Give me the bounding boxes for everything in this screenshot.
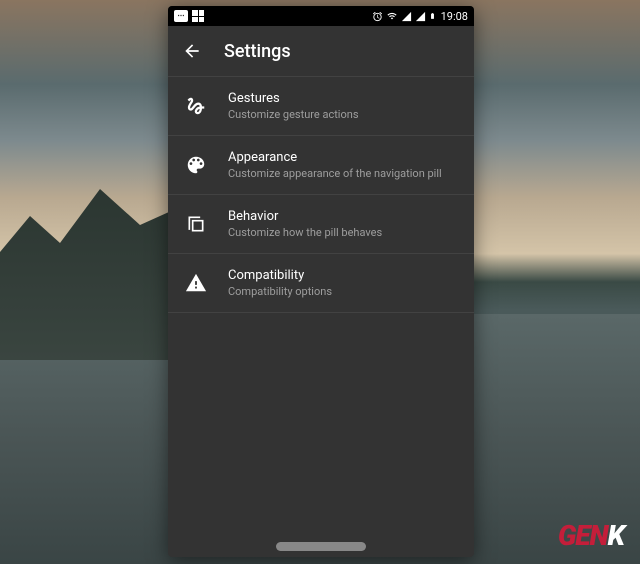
item-text: Gestures Customize gesture actions [228, 91, 359, 121]
status-bar: ⋯ 19:08 [168, 6, 474, 26]
palette-icon [184, 153, 208, 177]
clock-time: 19:08 [441, 10, 468, 23]
item-subtitle: Compatibility options [228, 285, 332, 298]
page-title: Settings [224, 41, 291, 62]
wifi-icon [386, 11, 398, 21]
item-title: Gestures [228, 91, 359, 106]
settings-list: Gestures Customize gesture actions Appea… [168, 76, 474, 313]
phone-frame: ⋯ 19:08 Setti [168, 6, 474, 557]
item-text: Behavior Customize how the pill behaves [228, 209, 382, 239]
signal-icon [401, 11, 412, 22]
item-subtitle: Customize gesture actions [228, 108, 359, 121]
gestures-icon [184, 94, 208, 118]
app-bar: Settings [168, 26, 474, 76]
item-text: Appearance Customize appearance of the n… [228, 150, 442, 180]
status-left: ⋯ [174, 10, 204, 22]
genk-watermark: GENK [558, 519, 624, 552]
warning-icon [184, 271, 208, 295]
settings-item-appearance[interactable]: Appearance Customize appearance of the n… [168, 135, 474, 194]
item-subtitle: Customize how the pill behaves [228, 226, 382, 239]
layers-icon [184, 212, 208, 236]
item-subtitle: Customize appearance of the navigation p… [228, 167, 442, 180]
item-title: Appearance [228, 150, 442, 165]
notification-badge-icon: ⋯ [174, 10, 188, 22]
status-right: 19:08 [372, 10, 468, 23]
item-text: Compatibility Compatibility options [228, 268, 332, 298]
signal-icon-2 [415, 11, 426, 22]
alarm-icon [372, 11, 383, 22]
item-title: Compatibility [228, 268, 332, 283]
settings-item-gestures[interactable]: Gestures Customize gesture actions [168, 76, 474, 135]
qr-icon [192, 10, 204, 22]
item-title: Behavior [228, 209, 382, 224]
battery-icon [429, 10, 436, 22]
settings-item-compatibility[interactable]: Compatibility Compatibility options [168, 253, 474, 313]
back-button[interactable] [180, 39, 204, 63]
navigation-pill[interactable] [276, 542, 366, 551]
settings-item-behavior[interactable]: Behavior Customize how the pill behaves [168, 194, 474, 253]
